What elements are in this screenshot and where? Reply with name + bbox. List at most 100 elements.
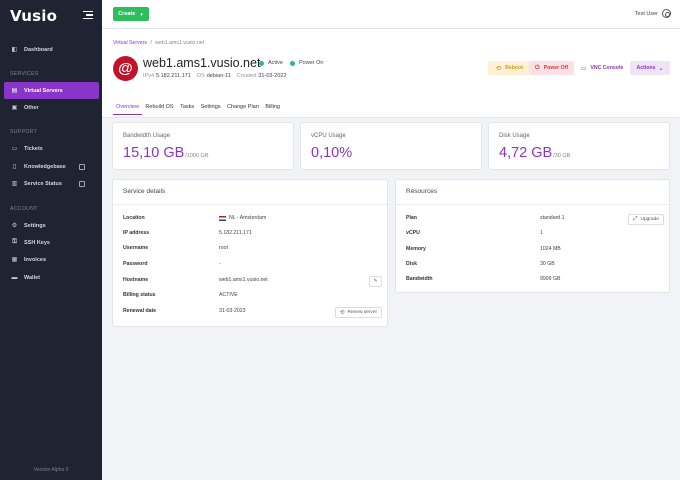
resource-label: vCPU [406, 230, 420, 236]
tab-settings[interactable]: Settings [198, 99, 224, 115]
sidebar-item-settings[interactable]: ⚙ Settings [4, 217, 99, 234]
ipv4-value: 5.182.211.171 [156, 73, 191, 79]
renew-server-button[interactable]: ⟲ Renew server [335, 307, 382, 318]
create-button-label: Create [118, 11, 136, 17]
sidebar-section-title: SERVICES [10, 71, 39, 77]
detail-label: Password [123, 261, 148, 267]
actions-label: Actions [636, 65, 656, 71]
detail-row: Renewal date 31-03-2023 [123, 308, 246, 314]
detail-value: - [219, 261, 221, 267]
tab-tasks[interactable]: Tasks [177, 99, 197, 115]
user-name: Test User [634, 10, 658, 17]
sidebar-item-invoices[interactable]: ▦ Invoices [4, 251, 99, 268]
breadcrumb: Virtual Servers / web1.ams1.vusio.net [113, 40, 204, 46]
service-details-card: Service details Location NL - Amsterdam I… [112, 179, 388, 327]
edit-hostname-button[interactable]: ✎ [369, 276, 382, 287]
disk-usage-card: Disk Usage 4,72 GB/30 GB [488, 122, 670, 170]
resource-label: Plan [406, 215, 417, 221]
detail-label: Renewal date [123, 308, 157, 314]
detail-value: root [219, 245, 228, 251]
server-header: Virtual Servers / web1.ams1.vusio.net @ … [102, 29, 680, 118]
wallet-icon: ▬ [11, 274, 18, 281]
sidebar-item-label: Virtual Servers [24, 87, 63, 94]
sidebar-item-label: Other [24, 104, 39, 111]
dashboard-icon: ◧ [11, 47, 18, 53]
resource-label: Bandwidth [406, 276, 433, 282]
status-badge-power: Power On [290, 60, 323, 66]
resource-row: vCPU 1 [406, 230, 543, 236]
pencil-icon: ✎ [373, 279, 378, 284]
detail-value: web1.ams1.vusio.net [219, 277, 268, 283]
status-text: Power On [299, 60, 324, 66]
sidebar-item-other[interactable]: ▣ Other [4, 99, 99, 116]
user-avatar-icon [662, 9, 671, 18]
tab-overview[interactable]: Overview [113, 99, 142, 115]
book-icon: ▯ [12, 164, 17, 170]
os-value: debian-11 [206, 73, 231, 79]
sidebar-item-wallet[interactable]: ▬ Wallet [4, 269, 99, 286]
sidebar-item-dashboard[interactable]: ◧ Dashboard [4, 41, 99, 58]
sidebar-item-label: Tickets [24, 145, 43, 152]
breadcrumb-link-virtual-servers[interactable]: Virtual Servers [113, 40, 147, 46]
sidebar-item-tickets[interactable]: ▭ Tickets [4, 140, 99, 157]
resource-value: 1 [540, 230, 543, 236]
sidebar-item-label: Settings [24, 222, 46, 229]
external-link-icon [79, 163, 85, 170]
chevron-down-icon: ⌄ [658, 65, 664, 72]
sidebar-item-virtual-servers[interactable]: ▤ Virtual Servers [4, 82, 99, 99]
stat-value: 4,72 GB/30 GB [499, 145, 570, 161]
sidebar-item-label: Dashboard [24, 46, 53, 53]
server-tabs: Overview Rebuild OS Tasks Settings Chang… [113, 99, 284, 115]
sidebar-item-label: SSH Keys [24, 239, 50, 246]
reboot-button[interactable]: ⟲ Reboot [488, 61, 531, 75]
power-off-button[interactable]: ⏻ Power Off [529, 61, 574, 75]
vcpu-value: 0,10% [311, 145, 353, 161]
monitor-icon: ▭ [580, 65, 587, 72]
detail-label: Hostname [123, 277, 149, 283]
resource-row: Plan standard.1 [406, 215, 565, 221]
resource-label: Memory [406, 246, 426, 252]
resource-row: Memory 1024 MB [406, 246, 561, 252]
card-title: Resources [406, 188, 438, 195]
detail-row: Billing status ACTIVE [123, 292, 238, 298]
app-version: Version Alpha 0 [33, 467, 69, 473]
disk-unit: /30 GB [553, 153, 571, 159]
sidebar: Vusio ◧ Dashboard SERVICES ▤ Virtual Ser… [0, 0, 102, 480]
card-title: Service details [123, 188, 166, 195]
sidebar-item-ssh-keys[interactable]: ⚿ SSH Keys [4, 234, 99, 251]
invoice-icon: ▦ [11, 257, 18, 263]
stat-label: Bandwidth Usage [123, 133, 171, 139]
created-value: 31-03-2022 [258, 73, 287, 79]
ipv4-label: IPv4 [143, 73, 155, 79]
sidebar-item-knowledgebase[interactable]: ▯ Knowledgebase [4, 158, 99, 175]
menu-toggle-icon[interactable] [83, 11, 93, 19]
app-logo[interactable]: Vusio [10, 7, 57, 25]
vnc-console-button[interactable]: ▭ VNC Console [577, 61, 627, 75]
detail-row: Username root [123, 245, 228, 251]
tab-change-plan[interactable]: Change Plan [224, 99, 262, 115]
upgrade-button[interactable]: ⤢ Upgrade [628, 214, 664, 225]
refresh-icon: ⟲ [496, 65, 502, 72]
sidebar-item-label: Service Status [24, 180, 62, 187]
sidebar-item-service-status[interactable]: ▥ Service Status [4, 175, 99, 192]
created-label: Created [236, 73, 257, 79]
resources-card: Resources Plan standard.1 ⤢ Upgrade vCPU 1… [395, 179, 670, 293]
breadcrumb-separator: / [150, 40, 152, 46]
refresh-icon: ⟲ [339, 309, 345, 316]
resource-value: 9999 GB [540, 276, 561, 282]
detail-value: NL - Amsterdam [229, 215, 267, 221]
status-icon: ▥ [11, 181, 18, 187]
detail-value: 31-03-2023 [219, 308, 246, 314]
expand-icon: ⤢ [633, 216, 638, 222]
divider [396, 204, 669, 205]
tab-billing[interactable]: Billing [262, 99, 283, 115]
tab-rebuild-os[interactable]: Rebuild OS [142, 99, 176, 115]
external-link-icon [79, 180, 85, 187]
user-menu[interactable]: Test User [635, 9, 671, 18]
debian-logo-icon: @ [113, 56, 138, 81]
gear-icon: ⚙ [11, 223, 18, 229]
sidebar-item-label: Knowledgebase [24, 163, 66, 170]
actions-dropdown[interactable]: Actions ⌄ [630, 61, 670, 75]
create-button[interactable]: Create ▼ [113, 7, 149, 21]
reboot-label: Reboot [505, 65, 523, 71]
